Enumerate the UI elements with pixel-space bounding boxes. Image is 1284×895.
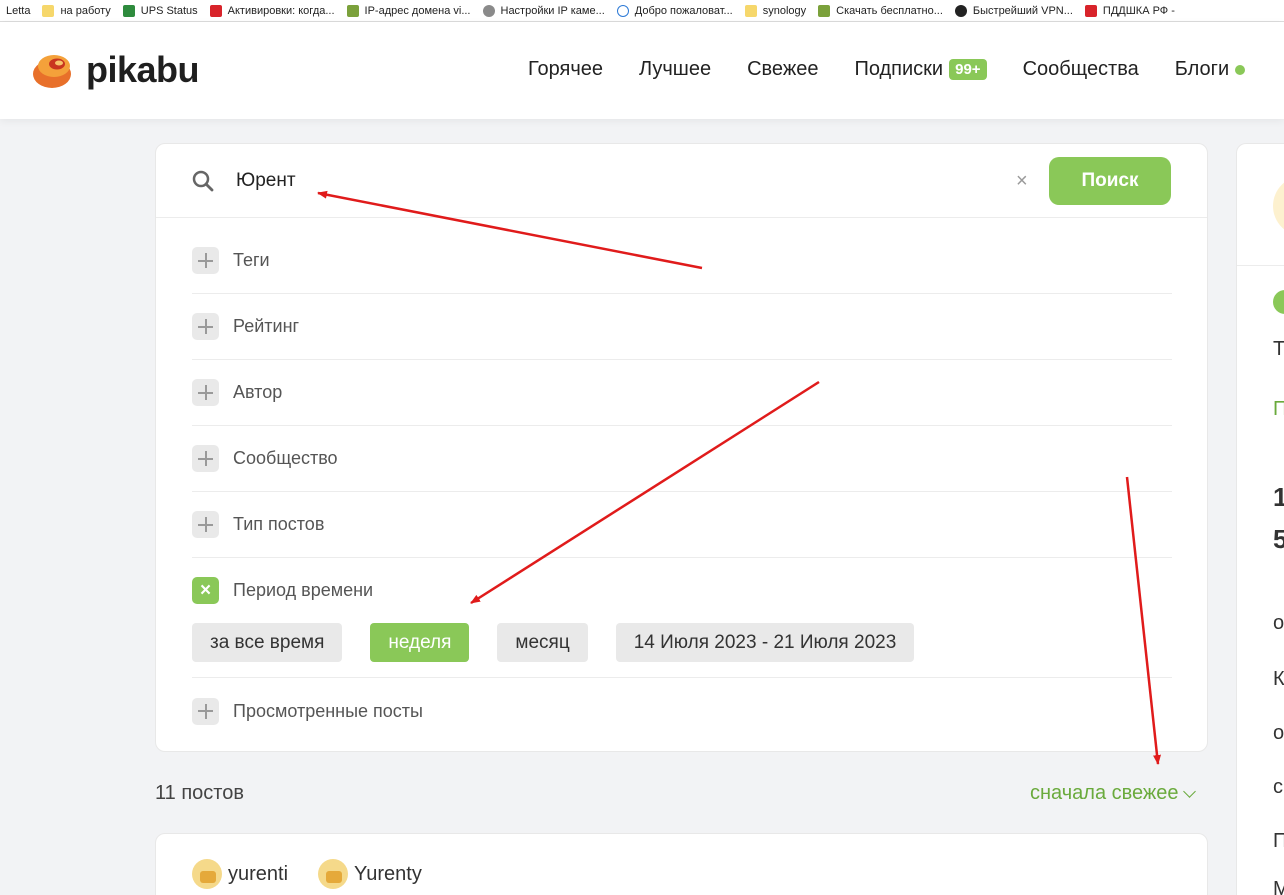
bookmark-letta[interactable]: Letta [0,0,36,21]
sidebar-stat: 1 [1273,482,1284,512]
site-logo[interactable]: pikabu [30,48,200,92]
ups-icon [122,4,135,17]
search-button[interactable]: Поиск [1049,157,1171,205]
site-header: pikabu Горячее Лучшее Свежее Подписки 99+… [0,22,1284,119]
clear-search-icon[interactable]: × [1016,170,1028,193]
bookmark-aktivirovki[interactable]: Активировки: когда... [204,0,341,21]
tools-icon [346,4,359,17]
post-card: yurenti Yurenty [155,833,1208,895]
avatar[interactable] [1273,176,1284,236]
bookmark-ups-status[interactable]: UPS Status [117,0,204,21]
plus-icon [192,511,219,538]
sidebar-text: К [1273,668,1284,690]
bookmark-download[interactable]: Скачать бесплатно... [812,0,949,21]
bookmarks-bar: Letta на работу UPS Status Активировки: … [0,0,1284,22]
blogs-status-dot [1235,64,1246,75]
avatar [318,859,348,889]
plus-icon [192,445,219,472]
bookmark-synology[interactable]: synology [739,0,812,21]
filter-post-type[interactable]: Тип постов [192,492,1172,558]
close-icon[interactable]: × [192,577,219,604]
sidebar-text: М [1273,878,1284,895]
post-author[interactable]: Yurenty [318,859,422,889]
search-input[interactable] [236,166,996,196]
sort-dropdown[interactable]: сначала свежее [1030,782,1196,805]
subscriptions-badge: 99+ [949,59,987,80]
logo-text: pikabu [86,49,200,90]
search-card: × Поиск Теги Рейтинг Автор Сообщество Ти… [155,143,1208,752]
nav-best[interactable]: Лучшее [639,58,711,81]
download-icon [818,4,831,17]
bookmark-vpn[interactable]: Быстрейший VPN... [949,0,1079,21]
filter-tags[interactable]: Теги [192,228,1172,294]
period-week[interactable]: неделя [370,623,470,662]
folder-icon [744,4,757,17]
camera-icon [482,4,495,17]
main-nav: Горячее Лучшее Свежее Подписки 99+ Сообще… [528,58,1281,81]
sidebar-text: о [1273,612,1284,634]
bookmark-pdd[interactable]: ПДДШКА РФ - [1079,0,1181,21]
plus-icon [192,697,219,725]
period-options: за все время неделя месяц 14 Июля 2023 -… [192,623,942,662]
filter-rating[interactable]: Рейтинг [192,294,1172,360]
avatar [192,859,222,889]
sidebar-header [1237,144,1284,266]
nav-blogs[interactable]: Блоги [1175,58,1246,81]
post-author[interactable]: yurenti [192,859,288,889]
period-month[interactable]: месяц [497,623,588,662]
sidebar-link[interactable]: П [1273,398,1284,421]
sidebar-stat: 5 [1273,524,1284,554]
nav-communities[interactable]: Сообщества [1023,58,1139,81]
nav-fresh[interactable]: Свежее [747,58,818,81]
sidebar-text: с [1273,776,1283,798]
period-all-time[interactable]: за все время [192,623,343,662]
chevron-down-icon [1182,784,1196,798]
bookmark-dobro[interactable]: Добро пожаловат... [611,0,739,21]
plus-icon [192,313,219,340]
bookmark-na-rabotu[interactable]: на работу [36,0,116,21]
search-icon [192,170,214,192]
folder-icon [42,4,55,17]
filter-period-header[interactable]: × Период времени [192,577,373,604]
pikabu-logo-icon [33,55,71,88]
pdd-icon [1084,4,1097,17]
filter-community[interactable]: Сообщество [192,426,1172,492]
right-sidebar: Т П 1 5 о К о с П М [1236,143,1284,895]
vpn-icon [954,4,967,17]
sidebar-text: о [1273,722,1284,744]
nav-hot[interactable]: Горячее [528,58,603,81]
plus-icon [192,379,219,406]
plus-icon [192,247,219,274]
sidebar-text: Т [1273,338,1284,360]
filter-viewed-posts[interactable]: Просмотренные посты [192,678,1172,744]
bookmark-ip-address[interactable]: IP-адрес домена vi... [341,0,477,21]
search-row: × Поиск [156,144,1207,218]
red-favicon-icon [209,4,222,17]
nav-subscriptions[interactable]: Подписки 99+ [854,58,987,81]
status-badge [1273,290,1284,314]
cloud-icon [616,4,629,17]
sidebar-text: П [1273,830,1284,852]
filter-author[interactable]: Автор [192,360,1172,426]
period-date-range[interactable]: 14 Июля 2023 - 21 Июля 2023 [615,623,915,662]
results-count: 11 постов [155,782,244,804]
bookmark-ip-camera[interactable]: Настройки IP каме... [477,0,611,21]
